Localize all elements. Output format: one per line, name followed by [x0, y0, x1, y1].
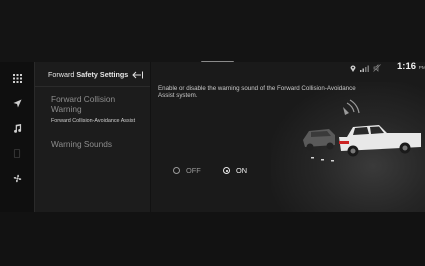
option-off-label: OFF — [186, 166, 201, 175]
sound-warning-icon — [343, 99, 360, 115]
top-area — [0, 0, 425, 62]
option-on[interactable]: ON — [223, 166, 247, 175]
divider — [35, 86, 150, 87]
list-item-subtitle: Forward Collision-Avoidance Assist — [51, 118, 136, 124]
road-marks — [311, 157, 334, 162]
panel-title: Forward Safety Settings — [48, 70, 129, 79]
location-icon — [350, 65, 356, 72]
radio-on[interactable] — [223, 167, 230, 174]
option-on-label: ON — [236, 166, 248, 175]
bottom-area — [0, 212, 425, 266]
screen: Forward Safety Settings Forward Collisio… — [0, 0, 425, 266]
list-item-title: Forward Collision Warning — [51, 94, 116, 114]
clock: 1:16 PM — [397, 61, 425, 72]
navigation-arrow-icon[interactable] — [0, 91, 34, 115]
apps-grid-icon[interactable] — [0, 66, 34, 90]
settings-list-panel: Forward Safety Settings Forward Collisio… — [35, 62, 150, 212]
clock-ampm: PM — [418, 66, 425, 71]
signal-icon — [360, 65, 369, 72]
fan-icon[interactable] — [0, 166, 34, 190]
pickup-truck — [339, 125, 421, 157]
content-area: Enable or disable the warning sound of t… — [151, 62, 425, 212]
side-rail — [0, 62, 35, 212]
music-note-icon[interactable] — [0, 116, 34, 140]
clock-time: 1:16 — [397, 61, 417, 72]
radio-off[interactable] — [173, 167, 180, 174]
list-item-title: Warning Sounds — [51, 139, 113, 149]
option-off[interactable]: OFF — [173, 166, 201, 175]
vehicle-illustration — [303, 99, 421, 162]
back-arrow-icon[interactable] — [130, 68, 144, 80]
mute-icon — [373, 64, 381, 72]
phone-icon[interactable] — [0, 141, 34, 165]
car-ahead — [303, 129, 335, 151]
status-bar — [350, 61, 381, 75]
